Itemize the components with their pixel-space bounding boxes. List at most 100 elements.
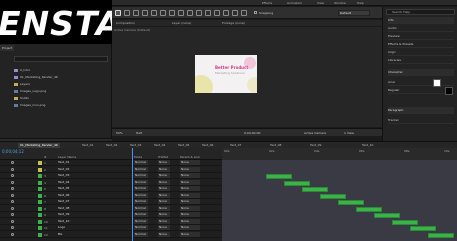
label-color-swatch[interactable] (38, 213, 42, 217)
blend-mode-dropdown[interactable]: Normal (134, 192, 148, 198)
layer-duration-bar[interactable] (284, 180, 310, 186)
timeline-track-area[interactable] (222, 160, 457, 241)
fill-color-swatch[interactable] (433, 79, 441, 87)
layer-row[interactable]: 6 Text_06 Normal None None (0, 192, 222, 199)
layer-name[interactable]: Text_06 (58, 193, 69, 197)
project-file-row[interactable]: Images_Icon.png (14, 103, 45, 109)
blend-mode-dropdown[interactable]: Normal (134, 179, 148, 185)
project-file-row[interactable]: 01_Marketing_Render_4K (14, 75, 58, 81)
project-file-row[interactable]: Solids (14, 96, 29, 102)
tab-footage[interactable]: Footage (none) (222, 21, 245, 25)
composition-canvas[interactable]: Better Product Marketing Solutions (195, 55, 257, 93)
menu-item-window[interactable]: Window (334, 1, 346, 5)
track-matte-dropdown[interactable]: None (158, 186, 170, 191)
zoom-tool-icon[interactable] (142, 10, 148, 16)
playhead-indicator[interactable] (132, 148, 133, 241)
track-matte-dropdown[interactable]: None (158, 179, 170, 185)
camera-tool-icon[interactable] (160, 10, 166, 16)
zoom-level-dropdown[interactable]: 50% (116, 131, 123, 135)
layer-name[interactable]: Text_10 (58, 219, 69, 223)
visibility-eye-icon[interactable] (11, 232, 14, 236)
visibility-eye-icon[interactable] (11, 180, 14, 184)
panel-paragraph[interactable]: Paragraph (388, 107, 454, 114)
layer-duration-bar[interactable] (410, 226, 436, 231)
layer-name[interactable]: Text_07 (58, 199, 69, 203)
menu-item-effects[interactable]: Effects (262, 1, 272, 5)
visibility-eye-icon[interactable] (11, 219, 14, 223)
parent-link-dropdown[interactable]: None (180, 212, 200, 217)
track-matte-dropdown[interactable]: None (158, 225, 170, 230)
shape-tool-icon[interactable] (178, 10, 184, 16)
blend-mode-dropdown[interactable]: Normal (134, 205, 148, 211)
project-search-input[interactable] (14, 56, 108, 62)
label-color-swatch[interactable] (38, 180, 42, 185)
project-file-row[interactable]: Layers (14, 82, 30, 88)
layer-row[interactable]: 12 BG Normal None None (0, 231, 222, 238)
pan-behind-tool-icon[interactable] (169, 10, 175, 16)
layer-name[interactable]: Logo (58, 225, 65, 229)
visibility-eye-icon[interactable] (11, 187, 14, 190)
track-matte-dropdown[interactable]: None (158, 166, 170, 172)
layer-name[interactable]: BG (58, 232, 62, 236)
layer-row[interactable]: 4 Text_04 Normal None None (0, 179, 222, 186)
layer-duration-bar[interactable] (374, 213, 400, 218)
label-color-swatch[interactable] (38, 174, 42, 178)
label-color-swatch[interactable] (38, 187, 42, 191)
time-ruler[interactable]: 00s 02s 04s 06s 08s 10s (222, 148, 457, 160)
right-panel-search-input[interactable]: Search Help (386, 9, 455, 15)
project-tab[interactable]: Project (0, 45, 15, 51)
visibility-eye-icon[interactable] (11, 174, 14, 177)
layer-name[interactable]: Text_01 (58, 160, 69, 164)
blend-mode-dropdown[interactable]: Normal (134, 212, 148, 217)
track-matte-dropdown[interactable]: None (158, 231, 170, 237)
layer-name[interactable]: Text_05 (58, 186, 69, 190)
layer-row[interactable]: 1 Text_01 Normal None None (0, 160, 222, 166)
panel-preview[interactable]: Preview (388, 33, 454, 40)
layer-row[interactable]: 10 Text_10 Normal None None (0, 218, 222, 225)
parent-link-dropdown[interactable]: None (180, 166, 200, 172)
tab-layer[interactable]: Layer (none) (172, 21, 191, 25)
visibility-eye-icon[interactable] (11, 226, 14, 229)
track-matte-dropdown[interactable]: None (158, 192, 170, 198)
layer-row[interactable]: 11 Logo Normal None None (0, 225, 222, 231)
workspace-dropdown[interactable]: Default (338, 10, 370, 16)
parent-link-dropdown[interactable]: None (180, 179, 200, 185)
resolution-dropdown[interactable]: Half (136, 131, 142, 135)
parent-link-dropdown[interactable]: None (180, 192, 200, 198)
track-matte-dropdown[interactable]: None (158, 199, 170, 204)
layer-row[interactable]: 5 Text_05 Normal None None (0, 186, 222, 192)
eraser-tool-icon[interactable] (223, 10, 229, 16)
parent-link-dropdown[interactable]: None (180, 225, 200, 230)
hand-tool-icon[interactable] (133, 10, 139, 16)
parent-link-dropdown[interactable]: None (180, 205, 200, 211)
label-color-swatch[interactable] (38, 219, 42, 224)
selection-tool-icon[interactable] (124, 10, 130, 16)
label-color-swatch[interactable] (38, 193, 42, 198)
snapping-checkbox[interactable] (254, 11, 257, 14)
visibility-eye-icon[interactable] (11, 206, 14, 210)
type-tool-icon[interactable] (196, 10, 202, 16)
parent-link-dropdown[interactable]: None (180, 186, 200, 191)
track-matte-dropdown[interactable]: None (158, 173, 170, 178)
blend-mode-dropdown[interactable]: Normal (134, 166, 148, 172)
layer-duration-bar[interactable] (320, 193, 346, 199)
parent-link-dropdown[interactable]: None (180, 199, 200, 204)
current-time-display[interactable]: 0;00;00;00 (244, 131, 260, 135)
character-font-dropdown[interactable]: Arial (388, 79, 454, 86)
layer-duration-bar[interactable] (428, 232, 454, 238)
panel-info[interactable]: Info (388, 17, 454, 24)
blend-mode-dropdown[interactable]: Normal (134, 225, 148, 230)
views-dropdown[interactable]: 1 View (344, 131, 354, 135)
blend-mode-dropdown[interactable]: Normal (134, 173, 148, 178)
panel-libraries[interactable]: Libraries (388, 57, 454, 64)
parent-link-dropdown[interactable]: None (180, 218, 200, 224)
layer-row[interactable]: 7 Text_07 Normal None None (0, 199, 222, 205)
visibility-eye-icon[interactable] (11, 161, 14, 164)
layer-row[interactable]: 2 Text_02 Normal None None (0, 166, 222, 173)
layer-row[interactable]: 9 Text_09 Normal None None (0, 212, 222, 218)
layer-row[interactable]: 8 Text_08 Normal None None (0, 205, 222, 212)
layer-duration-bar[interactable] (266, 174, 292, 179)
track-matte-dropdown[interactable]: None (158, 160, 170, 165)
layer-name[interactable]: Text_08 (58, 206, 69, 210)
visibility-eye-icon[interactable] (11, 167, 14, 171)
